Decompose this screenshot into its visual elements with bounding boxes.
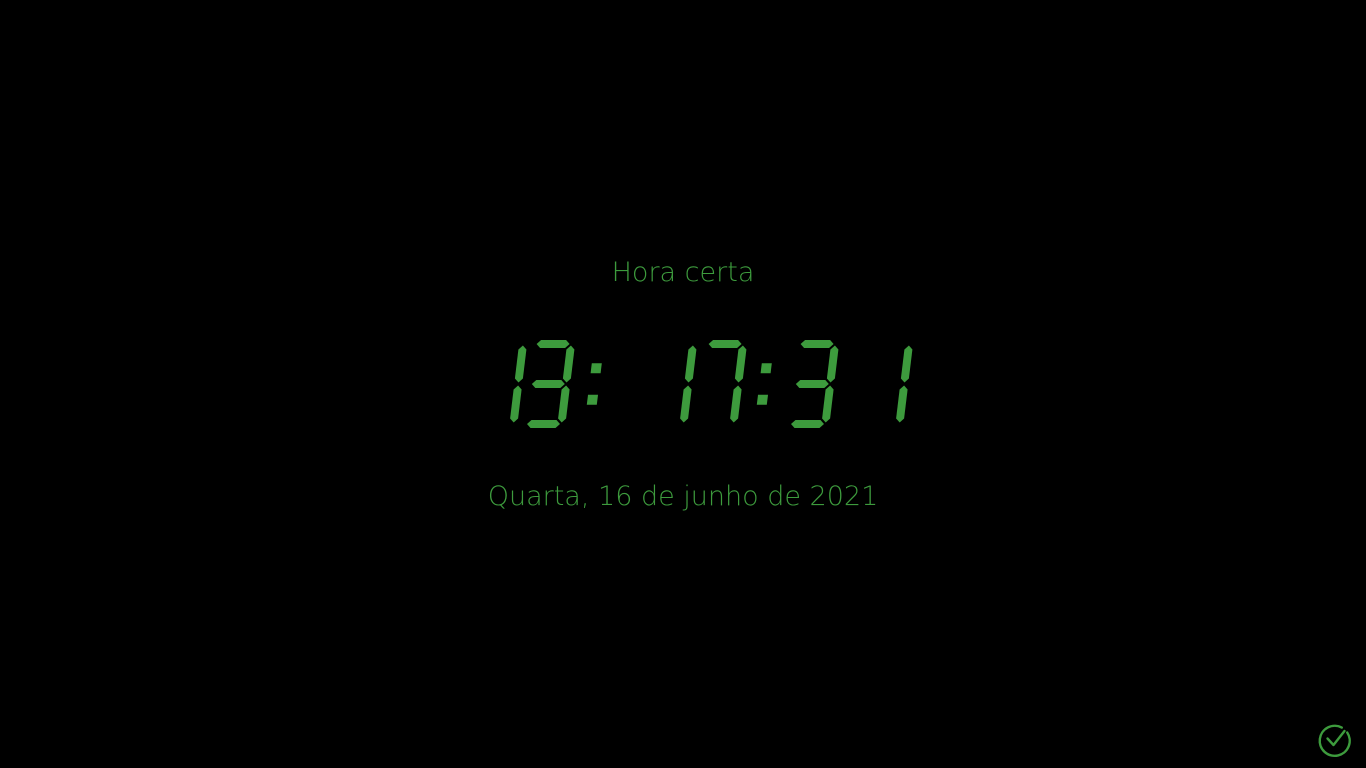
clock-segment	[514, 345, 527, 383]
clock-segment	[510, 385, 522, 423]
clock-segment	[708, 340, 742, 348]
clock-segment	[680, 385, 692, 423]
digital-clock	[473, 330, 933, 440]
clock-heading: Hora certa	[611, 257, 755, 288]
check-circle-icon	[1318, 724, 1351, 758]
clock-segment	[896, 385, 908, 423]
clock-segment	[791, 420, 824, 428]
clock-segment	[558, 385, 570, 423]
seconds-tens-digit	[791, 340, 839, 428]
clock-segment	[734, 345, 747, 383]
check-status-button[interactable]	[1314, 720, 1354, 760]
clock-segment	[900, 345, 913, 383]
clock-segment	[527, 420, 560, 428]
hours-tens-digit	[510, 345, 527, 423]
clock-segment	[730, 385, 742, 423]
clock-segment	[562, 345, 575, 383]
clock-segment	[536, 340, 570, 348]
minutes-ones-digit	[708, 340, 747, 423]
clock-segment	[826, 345, 839, 383]
clock-segment	[531, 380, 565, 388]
clock-segment	[684, 345, 697, 383]
hours-ones-digit	[527, 340, 575, 428]
hours-colon	[586, 363, 602, 405]
seconds-ones-digit	[896, 345, 913, 423]
clock-segment	[795, 380, 829, 388]
clock-segment	[800, 340, 834, 348]
minutes-colon	[756, 363, 772, 405]
minutes-tens-digit	[680, 345, 697, 423]
date-label: Quarta, 16 de junho de 2021	[487, 481, 879, 512]
clock-segment	[822, 385, 834, 423]
